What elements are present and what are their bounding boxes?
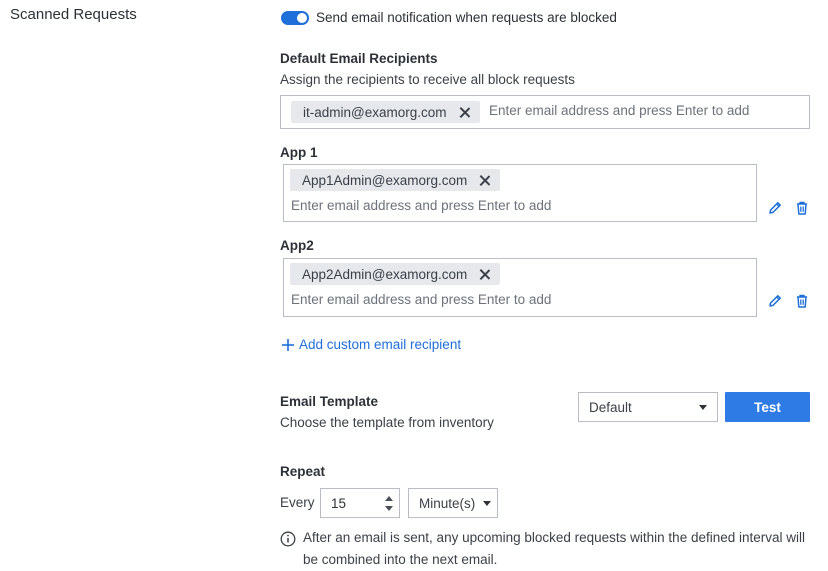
app-1-heading: App 1 <box>280 145 318 160</box>
email-input-placeholder[interactable]: Enter email address and press Enter to a… <box>291 198 551 213</box>
app-1-recipients-field[interactable]: App1Admin@examorg.com Enter email addres… <box>283 164 757 222</box>
notification-toggle[interactable] <box>281 11 309 25</box>
close-icon[interactable] <box>459 107 470 118</box>
app-2-recipients-field[interactable]: App2Admin@examorg.com Enter email addres… <box>283 258 757 317</box>
info-note-line-1: After an email is sent, any upcoming blo… <box>303 530 806 545</box>
chevron-down-icon <box>699 404 707 410</box>
email-chip-label: App1Admin@examorg.com <box>302 172 468 188</box>
info-icon <box>280 531 296 550</box>
info-note: After an email is sent, any upcoming blo… <box>303 527 823 571</box>
default-recipients-description: Assign the recipients to receive all blo… <box>280 72 575 87</box>
toggle-knob <box>297 13 307 23</box>
edit-pencil-icon[interactable] <box>767 200 783 216</box>
stepper-up-icon[interactable] <box>385 495 393 501</box>
interval-unit-selected: Minute(s) <box>419 495 476 511</box>
plus-icon <box>282 338 294 351</box>
close-icon[interactable] <box>479 269 490 280</box>
email-chip-label: it-admin@examorg.com <box>303 104 447 120</box>
email-input-placeholder[interactable]: Enter email address and press Enter to a… <box>291 292 551 307</box>
every-label: Every <box>280 495 315 510</box>
chevron-down-icon <box>483 500 492 506</box>
email-chip: App2Admin@examorg.com <box>290 263 501 285</box>
default-recipients-heading: Default Email Recipients <box>280 51 438 66</box>
email-chip-label: App2Admin@examorg.com <box>302 266 468 282</box>
notification-toggle-label: Send email notification when requests ar… <box>316 10 617 25</box>
repeat-heading: Repeat <box>280 464 326 479</box>
interval-value: 15 <box>331 495 347 511</box>
edit-pencil-icon[interactable] <box>767 293 783 309</box>
test-button[interactable]: Test <box>725 392 810 422</box>
interval-unit-select[interactable]: Minute(s) <box>408 488 498 518</box>
trash-icon[interactable] <box>794 200 810 216</box>
email-chip: it-admin@examorg.com <box>291 101 480 123</box>
email-template-select[interactable]: Default <box>578 392 718 422</box>
email-template-description: Choose the template from inventory <box>280 415 494 430</box>
info-note-line-2: be combined into the next email. <box>303 552 498 567</box>
stepper-down-icon[interactable] <box>385 505 393 511</box>
email-input-placeholder[interactable]: Enter email address and press Enter to a… <box>489 103 749 118</box>
interval-stepper[interactable]: 15 <box>320 488 400 518</box>
default-recipients-field[interactable]: it-admin@examorg.com Enter email address… <box>280 95 810 129</box>
add-custom-recipient-label: Add custom email recipient <box>299 337 462 352</box>
add-custom-recipient-link[interactable]: Add custom email recipient <box>281 337 461 352</box>
close-icon[interactable] <box>479 175 490 186</box>
app-2-heading: App2 <box>280 238 314 253</box>
trash-icon[interactable] <box>794 293 810 309</box>
section-title: Scanned Requests <box>10 6 137 23</box>
email-template-heading: Email Template <box>280 394 379 409</box>
email-chip: App1Admin@examorg.com <box>290 169 501 191</box>
email-template-selected: Default <box>589 399 632 415</box>
